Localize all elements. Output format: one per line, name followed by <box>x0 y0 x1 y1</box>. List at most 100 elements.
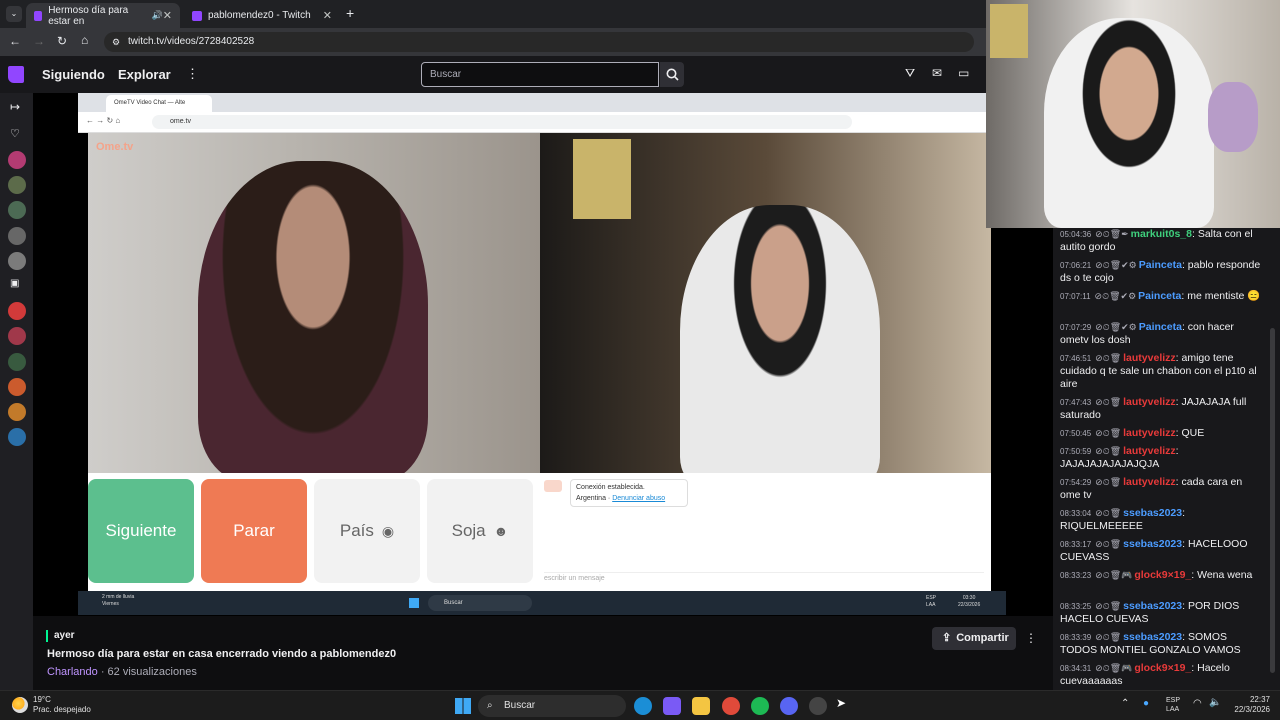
channel-avatar[interactable] <box>8 428 26 446</box>
inner-date: 22/3/2026 <box>958 602 981 608</box>
channel-avatar[interactable] <box>8 227 26 245</box>
streamer-camera-feed <box>540 133 991 473</box>
plush-toy <box>1208 82 1258 152</box>
file-explorer-icon[interactable] <box>692 697 710 715</box>
chat-message: 07:06:21 ⊘⏲🗑✔⚙ Painceta: pablo responde ds… <box>1060 259 1261 284</box>
url-text: twitch.tv/videos/2728402528 <box>128 36 255 47</box>
tab-vod[interactable]: Hermoso día para estar en 🔊 ✕ <box>26 3 180 28</box>
stop-button[interactable]: Parar <box>201 479 307 583</box>
more-options-icon[interactable]: ⋮ <box>1025 631 1037 645</box>
tab-title: Hermoso día para estar en <box>48 4 129 27</box>
channel-avatar[interactable] <box>8 302 26 320</box>
os-taskbar: 19°C Prac. despejado ⌕ Buscar ➤ ⌃ ● ESP … <box>0 690 1280 720</box>
taskbar-search[interactable]: ⌕ Buscar <box>478 695 626 717</box>
new-tab-icon[interactable]: + <box>346 5 354 21</box>
twitch-favicon-icon <box>192 10 202 21</box>
inner-address-bar: ← → ↻ ⌂ ome.tv <box>78 112 986 133</box>
weather-widget[interactable]: 19°C Prac. despejado <box>33 695 91 715</box>
obs-icon[interactable] <box>809 697 827 715</box>
person-silhouette <box>680 205 880 473</box>
discord-icon[interactable] <box>780 697 798 715</box>
prime-loot-icon[interactable]: ⛛ <box>905 66 915 81</box>
vod-date: ayer <box>54 630 75 641</box>
close-tab-icon[interactable]: ✕ <box>323 9 332 22</box>
forward-icon[interactable]: → <box>33 34 45 48</box>
chat-replay: 05:04:36 ⊘⏲🗑✒ markuit0s_8: Salta con el au… <box>1053 228 1280 690</box>
channel-avatar[interactable] <box>8 327 26 345</box>
clock[interactable]: 22:37 22/3/2026 <box>1228 695 1270 715</box>
inbox-icon[interactable]: ✉ <box>932 66 942 80</box>
temperature: 19°C <box>33 695 51 704</box>
channel-avatar[interactable] <box>8 151 26 169</box>
chat-message: 08:33:25 ⊘⏲🗑 ssebas2023: POR DIOS HACELO C… <box>1060 600 1240 625</box>
tab-list-dropdown-icon[interactable]: ⌄ <box>6 6 22 22</box>
back-icon[interactable]: ← <box>9 34 21 48</box>
share-button[interactable]: ⇪ Compartir <box>932 627 1016 650</box>
person-silhouette <box>198 161 428 473</box>
inner-windows-taskbar: 2 mm de lluvia Viernes Buscar 03:30 22/3… <box>78 591 1006 615</box>
country-button[interactable]: País ◉ <box>314 479 420 583</box>
search-button[interactable] <box>660 62 684 87</box>
whispers-icon[interactable]: ▭ <box>958 66 969 80</box>
mic-icon[interactable]: ● <box>1143 698 1149 709</box>
channel-avatar[interactable] <box>8 403 26 421</box>
inner-clock: 03:30 22/3/2026 <box>958 595 980 609</box>
spotify-icon[interactable] <box>751 697 769 715</box>
channel-avatar[interactable] <box>8 176 26 194</box>
speaker-icon: 🔊 <box>151 10 163 20</box>
more-menu-icon[interactable]: ⋮ <box>186 66 199 82</box>
close-tab-icon[interactable]: ✕ <box>163 9 172 22</box>
category-link[interactable]: Charlando <box>47 666 98 678</box>
channel-avatar[interactable] <box>8 353 26 371</box>
inner-tab-title: OmeTV Video Chat — Alte <box>114 100 186 106</box>
inner-weather-day: Viernes <box>102 601 119 607</box>
channel-avatar[interactable] <box>8 252 26 270</box>
search-input[interactable]: Buscar <box>421 62 659 87</box>
tray-chevron-icon[interactable]: ⌃ <box>1121 698 1129 709</box>
copilot-icon[interactable] <box>663 697 681 715</box>
report-link[interactable]: Denunciar abuso <box>612 495 665 502</box>
tab-channel[interactable]: pablomendez0 - Twitch ✕ <box>184 3 340 28</box>
nav-browse[interactable]: Explorar <box>118 67 171 82</box>
channel-avatar[interactable] <box>8 201 26 219</box>
weather-icon <box>12 697 28 713</box>
clock-time: 22:37 <box>1249 695 1270 704</box>
followed-channels-rail: ↦ ♡ ▣ <box>0 93 33 691</box>
chat-scrollbar[interactable] <box>1270 328 1275 673</box>
start-icon[interactable] <box>455 698 471 714</box>
chat-message: 07:07:29 ⊘⏲🗑✔⚙ Painceta: con hacer ometv l… <box>1060 321 1234 346</box>
inner-start-icon <box>409 598 419 608</box>
expand-rail-icon[interactable]: ↦ <box>10 100 20 114</box>
message-input[interactable]: escribir un mensaje <box>544 572 984 582</box>
streamer-webcam-overlay <box>986 0 1280 228</box>
language-indicator[interactable]: ESP LAA <box>1166 696 1180 714</box>
nav-following[interactable]: Siguiendo <box>42 67 105 82</box>
wifi-icon[interactable]: ◠ <box>1193 698 1202 709</box>
ometv-chat-panel: Conexión establecida. Argentina · Denunc… <box>540 473 991 591</box>
chrome-icon[interactable] <box>722 697 740 715</box>
twitch-favicon-icon <box>34 10 43 21</box>
site-info-icon[interactable]: ⚙ <box>112 32 120 52</box>
url-field[interactable]: ⚙ twitch.tv/videos/2728402528 <box>104 32 974 52</box>
inner-search-text: Buscar <box>444 600 463 606</box>
search-icon <box>666 68 679 81</box>
mouse-cursor-icon: ➤ <box>836 696 847 710</box>
address-bar-row: ← → ↻ ⌂ ⚙ twitch.tv/videos/2728402528 <box>0 28 986 56</box>
vod-title: Hermoso día para estar en casa encerrado… <box>47 648 397 660</box>
inner-lang-layout: LAA <box>926 602 936 608</box>
share-label: Compartir <box>956 632 1009 644</box>
chat-message: 05:04:36 ⊘⏲🗑✒ markuit0s_8: Salta con el au… <box>1060 228 1253 253</box>
inner-weather: 2 mm de lluvia Viernes <box>102 594 134 608</box>
gender-button[interactable]: Soja ☻ <box>427 479 533 583</box>
channel-avatar[interactable] <box>8 378 26 396</box>
connection-bubble: Conexión establecida. Argentina · Denunc… <box>570 479 688 507</box>
edge-icon[interactable] <box>634 697 652 715</box>
reload-icon[interactable]: ↻ <box>57 34 67 48</box>
next-button[interactable]: Siguiente <box>88 479 194 583</box>
home-icon[interactable]: ⌂ <box>81 33 88 47</box>
chat-message: 07:46:51 ⊘⏲🗑 lautyvelizz: amigo tene cuida… <box>1060 352 1257 390</box>
country-label: País <box>339 521 374 540</box>
twitch-logo-icon[interactable] <box>8 66 24 83</box>
volume-icon[interactable]: 🔈 <box>1209 697 1221 708</box>
chat-message: 08:33:39 ⊘⏲🗑 ssebas2023: SOMOS TODOS MONTI… <box>1060 631 1241 656</box>
